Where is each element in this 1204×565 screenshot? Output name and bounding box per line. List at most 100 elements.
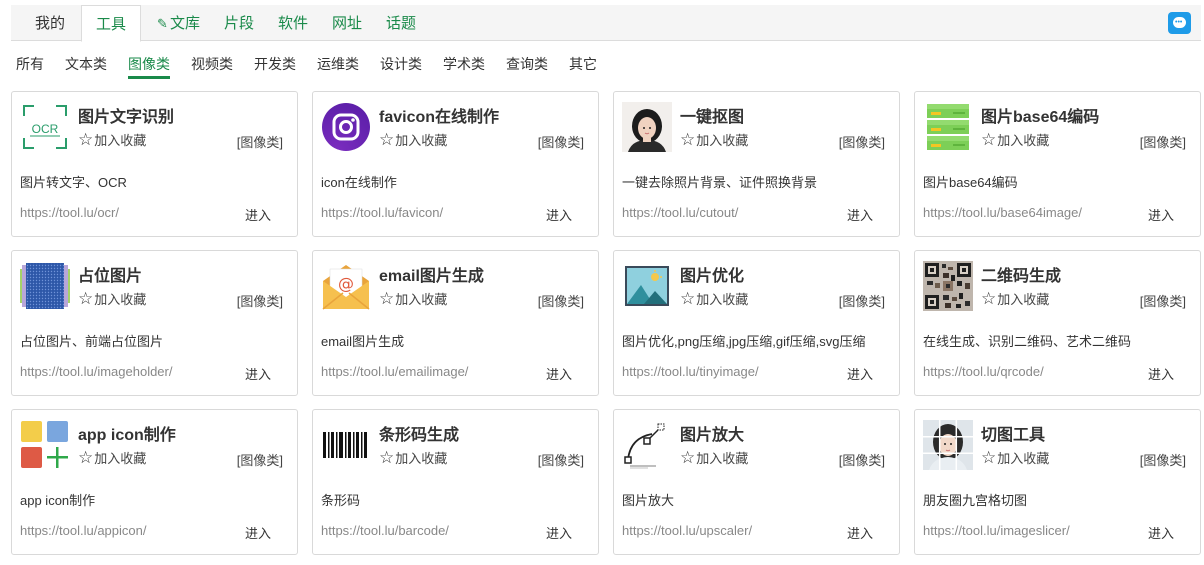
enter-button[interactable]: 进入 xyxy=(245,364,271,383)
tool-card-favicon[interactable]: favicon在线制作 ☆ 加入收藏 [图像类] icon在线制作 https:/… xyxy=(312,91,599,237)
tool-description: 条形码 xyxy=(321,493,361,508)
add-favorite-label: 加入收藏 xyxy=(94,451,147,466)
tool-card-cutout[interactable]: 一键抠图 ☆ 加入收藏 [图像类] 一键去除照片背景、证件照换背景 https:/… xyxy=(613,91,900,237)
add-favorite-button[interactable]: ☆ 加入收藏 xyxy=(379,289,447,308)
enter-button[interactable]: 进入 xyxy=(546,523,572,542)
tab-snippets[interactable]: 片段 xyxy=(212,5,266,41)
add-favorite-button[interactable]: ☆ 加入收藏 xyxy=(379,448,447,467)
add-favorite-label: 加入收藏 xyxy=(94,133,147,148)
tool-title[interactable]: 图片优化 xyxy=(680,262,744,286)
tool-card-appicon[interactable]: app icon制作 ☆ 加入收藏 [图像类] app icon制作 https:… xyxy=(11,409,298,555)
add-favorite-label: 加入收藏 xyxy=(395,451,448,466)
tool-url: https://tool.lu/upscaler/ xyxy=(622,523,753,538)
tool-description: 图片base64编码 xyxy=(923,175,1018,190)
category-video[interactable]: 视频类 xyxy=(191,53,233,79)
tool-category: [图像类] xyxy=(236,453,283,468)
top-tabs: 我的 工具 ✎ 文库 片段 软件 网址 话题 xyxy=(23,5,428,42)
tool-card-barcode[interactable]: 条形码生成 ☆ 加入收藏 [图像类] 条形码 https://tool.lu/ba… xyxy=(312,409,599,555)
tool-card-ocr[interactable]: OCR 图片文字识别 ☆ 加入收藏 [图像类] 图片转文字、OCR https:/… xyxy=(11,91,298,237)
enter-button[interactable]: 进入 xyxy=(1148,364,1174,383)
enter-button[interactable]: 进入 xyxy=(546,364,572,383)
category-image[interactable]: 图像类 xyxy=(128,53,170,79)
tab-websites[interactable]: 网址 xyxy=(320,5,374,41)
tool-card-imageslicer[interactable]: 切图工具 ☆ 加入收藏 [图像类] 朋友圈九宫格切图 https://tool.l… xyxy=(914,409,1201,555)
barcode-icon xyxy=(321,420,371,470)
email-envelope-icon: @ xyxy=(321,261,371,311)
category-other[interactable]: 其它 xyxy=(569,53,597,79)
ocr-icon: OCR xyxy=(20,102,70,152)
enter-button[interactable]: 进入 xyxy=(245,205,271,224)
tool-card-tinyimage[interactable]: 图片优化 ☆ 加入收藏 [图像类] 图片优化,png压缩,jpg压缩,gif压缩,… xyxy=(613,250,900,396)
star-icon: ☆ xyxy=(78,447,94,467)
enter-button[interactable]: 进入 xyxy=(847,205,873,224)
tab-software[interactable]: 软件 xyxy=(266,5,320,41)
tool-title[interactable]: favicon在线制作 xyxy=(379,103,499,127)
enter-button[interactable]: 进入 xyxy=(245,523,271,542)
category-dev[interactable]: 开发类 xyxy=(254,53,296,79)
add-favorite-button[interactable]: ☆ 加入收藏 xyxy=(981,289,1049,308)
enter-button[interactable]: 进入 xyxy=(847,523,873,542)
tool-description: 占位图片、前端占位图片 xyxy=(20,334,164,349)
add-favorite-button[interactable]: ☆ 加入收藏 xyxy=(379,130,447,149)
tool-category: [图像类] xyxy=(838,453,885,468)
tool-card-imageholder[interactable]: 占位图片 ☆ 加入收藏 [图像类] 占位图片、前端占位图片 https://too… xyxy=(11,250,298,396)
top-tab-bar: 我的 工具 ✎ 文库 片段 软件 网址 话题 ••• xyxy=(11,5,1201,42)
add-favorite-button[interactable]: ☆ 加入收藏 xyxy=(680,289,748,308)
tool-title[interactable]: app icon制作 xyxy=(78,421,176,445)
chat-button[interactable]: ••• xyxy=(1168,12,1191,34)
tool-description: icon在线制作 xyxy=(321,175,397,190)
star-icon: ☆ xyxy=(981,288,997,308)
tool-title[interactable]: email图片生成 xyxy=(379,262,484,286)
tool-url: https://tool.lu/appicon/ xyxy=(20,523,147,538)
enter-button[interactable]: 进入 xyxy=(546,205,572,224)
add-favorite-button[interactable]: ☆ 加入收藏 xyxy=(78,448,146,467)
star-icon: ☆ xyxy=(379,129,395,149)
tab-tools[interactable]: 工具 xyxy=(81,5,142,42)
tool-card-upscaler[interactable]: 图片放大 ☆ 加入收藏 [图像类] 图片放大 https://tool.lu/up… xyxy=(613,409,900,555)
tool-url: https://tool.lu/barcode/ xyxy=(321,523,449,538)
tool-url: https://tool.lu/tinyimage/ xyxy=(622,364,759,379)
tool-category: [图像类] xyxy=(1139,135,1186,150)
tool-category: [图像类] xyxy=(537,135,584,150)
tool-title[interactable]: 图片放大 xyxy=(680,421,744,445)
tab-topics[interactable]: 话题 xyxy=(374,5,428,41)
tab-library[interactable]: ✎ 文库 xyxy=(145,5,212,41)
category-ops[interactable]: 运维类 xyxy=(317,53,359,79)
tool-title[interactable]: 条形码生成 xyxy=(379,421,459,445)
category-text[interactable]: 文本类 xyxy=(65,53,107,79)
add-favorite-label: 加入收藏 xyxy=(94,292,147,307)
tool-title[interactable]: 一键抠图 xyxy=(680,103,744,127)
enter-button[interactable]: 进入 xyxy=(847,364,873,383)
tool-card-emailimage[interactable]: @ email图片生成 ☆ 加入收藏 [图像类] email图片生成 https:… xyxy=(312,250,599,396)
add-favorite-button[interactable]: ☆ 加入收藏 xyxy=(981,130,1049,149)
add-favorite-button[interactable]: ☆ 加入收藏 xyxy=(680,130,748,149)
tab-mine[interactable]: 我的 xyxy=(23,5,77,41)
category-design[interactable]: 设计类 xyxy=(380,53,422,79)
add-favorite-button[interactable]: ☆ 加入收藏 xyxy=(680,448,748,467)
tool-category: [图像类] xyxy=(838,135,885,150)
tool-title[interactable]: 占位图片 xyxy=(78,262,142,286)
star-icon: ☆ xyxy=(680,129,696,149)
tool-title[interactable]: 切图工具 xyxy=(981,421,1045,445)
pen-icon: ✎ xyxy=(157,16,168,31)
placeholder-image-icon xyxy=(20,261,70,311)
tool-title[interactable]: 二维码生成 xyxy=(981,262,1061,286)
add-favorite-button[interactable]: ☆ 加入收藏 xyxy=(981,448,1049,467)
add-favorite-button[interactable]: ☆ 加入收藏 xyxy=(78,289,146,308)
tool-description: 图片转文字、OCR xyxy=(20,175,127,190)
tool-card-qrcode[interactable]: 二维码生成 ☆ 加入收藏 [图像类] 在线生成、识别二维码、艺术二维码 https… xyxy=(914,250,1201,396)
add-favorite-label: 加入收藏 xyxy=(696,292,749,307)
tool-title[interactable]: 图片base64编码 xyxy=(981,103,1099,127)
tool-category: [图像类] xyxy=(1139,294,1186,309)
category-academic[interactable]: 学术类 xyxy=(443,53,485,79)
tool-card-base64image[interactable]: 图片base64编码 ☆ 加入收藏 [图像类] 图片base64编码 https:… xyxy=(914,91,1201,237)
tool-url: https://tool.lu/cutout/ xyxy=(622,205,739,220)
tool-title[interactable]: 图片文字识别 xyxy=(78,103,174,127)
star-icon: ☆ xyxy=(680,288,696,308)
enter-button[interactable]: 进入 xyxy=(1148,523,1174,542)
category-all[interactable]: 所有 xyxy=(16,53,44,79)
enter-button[interactable]: 进入 xyxy=(1148,205,1174,224)
add-favorite-button[interactable]: ☆ 加入收藏 xyxy=(78,130,146,149)
category-query[interactable]: 查询类 xyxy=(506,53,548,79)
tool-url: https://tool.lu/emailimage/ xyxy=(321,364,469,379)
